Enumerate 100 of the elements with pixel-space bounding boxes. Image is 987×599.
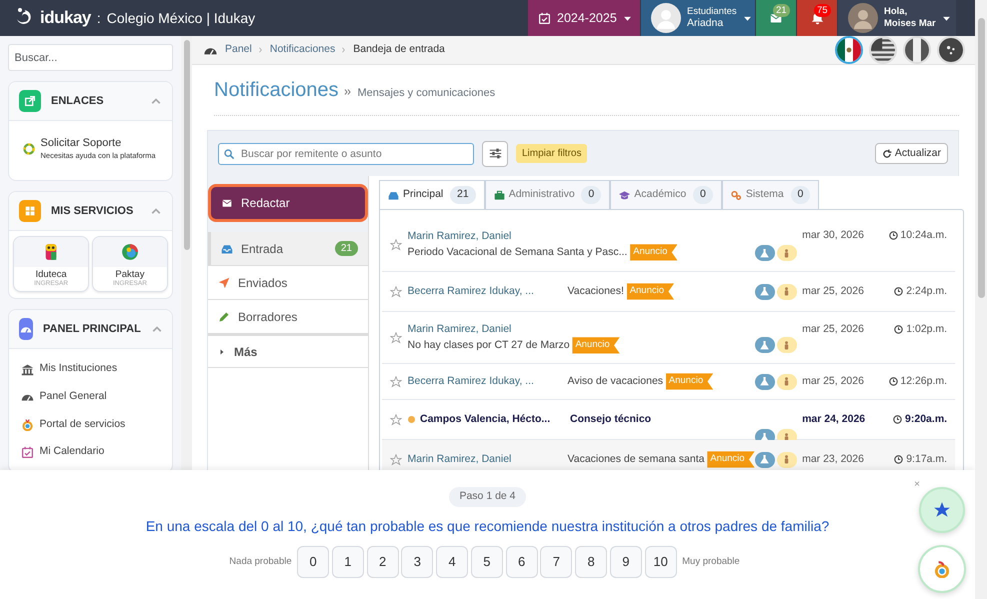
institution-icon bbox=[21, 362, 34, 376]
message-date: mar 25, 2026 bbox=[802, 284, 865, 299]
step-label: Paso 1 de 4 bbox=[449, 487, 526, 507]
pencil-icon bbox=[218, 310, 230, 322]
sidebar-search-field[interactable]: Buscar... bbox=[8, 44, 173, 71]
compose-button[interactable]: Redactar bbox=[208, 184, 368, 222]
refresh-button[interactable]: Actualizar bbox=[875, 142, 948, 164]
notification-count-badge: 75 bbox=[814, 4, 831, 17]
category-tab[interactable]: Administrativo 0 bbox=[484, 180, 610, 209]
announcement-tag: Anuncio bbox=[666, 373, 714, 390]
rating-option[interactable]: 6 bbox=[506, 546, 538, 578]
grid-icon bbox=[23, 204, 37, 218]
page-scrollbar[interactable] bbox=[975, 0, 987, 599]
rating-option[interactable]: 0 bbox=[297, 546, 330, 578]
sender-name: Campos Valencia, Hécto... bbox=[420, 412, 552, 427]
student-name: Ariadna bbox=[687, 17, 724, 30]
sender-name: Becerra Ramirez Idukay, ... bbox=[408, 284, 535, 299]
menu-item[interactable]: Mi Calendario bbox=[9, 438, 172, 466]
message-time: 12:26p.m. bbox=[877, 374, 948, 390]
folder-item[interactable]: Más bbox=[208, 334, 368, 368]
clock-icon bbox=[894, 325, 904, 334]
message-time: 1:02p.m. bbox=[877, 322, 948, 338]
announcement-tag: Anuncio bbox=[707, 451, 755, 468]
menu-item[interactable]: Mis Instituciones bbox=[9, 355, 172, 383]
flask-icon bbox=[760, 377, 770, 386]
star-button[interactable] bbox=[390, 454, 402, 466]
survey-question: En una escala del 0 al 10, ¿qué tan probable es que recomiende nuestra institución a otros padres de familia? bbox=[146, 516, 830, 536]
rating-option[interactable]: 4 bbox=[436, 546, 468, 578]
section-title: ENLACES bbox=[51, 94, 105, 109]
message-subject: Periodo Vacacional de Semana Santa y Pasc... bbox=[408, 244, 628, 260]
breadcrumb-link[interactable]: Notificaciones bbox=[270, 42, 336, 58]
refresh-icon bbox=[882, 148, 892, 158]
folder-item[interactable]: Entrada 21 bbox=[208, 232, 368, 266]
student-selector[interactable]: Estudiantes Ariadna bbox=[641, 0, 755, 36]
menu-item[interactable]: Panel General bbox=[9, 382, 172, 411]
lifebuoy-icon bbox=[23, 142, 35, 155]
category-tab[interactable]: Académico 0 bbox=[610, 180, 722, 209]
announcement-tag: Anuncio bbox=[572, 337, 620, 354]
language-flag[interactable] bbox=[835, 36, 863, 64]
filter-button[interactable] bbox=[482, 140, 508, 166]
star-button[interactable] bbox=[390, 286, 402, 298]
page-title: Notificaciones bbox=[214, 78, 339, 103]
services-logo-icon bbox=[933, 560, 951, 578]
star-button[interactable] bbox=[390, 238, 402, 250]
message-time: 9:20a.m. bbox=[877, 412, 948, 428]
message-date: mar 25, 2026 bbox=[802, 322, 865, 337]
rating-option[interactable]: 9 bbox=[610, 546, 642, 578]
menu-item[interactable]: Portal de servicios bbox=[9, 410, 172, 438]
user-avatar-icon bbox=[848, 3, 878, 33]
sender-name: Marin Ramirez, Daniel bbox=[408, 452, 512, 467]
breadcrumb-link[interactable]: Panel bbox=[225, 42, 252, 58]
rating-option[interactable]: 2 bbox=[366, 546, 399, 578]
rating-option[interactable]: 10 bbox=[644, 546, 677, 578]
message-time: 10:24a.m. bbox=[877, 228, 948, 244]
rating-option[interactable]: 8 bbox=[575, 546, 608, 578]
avatar-icon bbox=[651, 3, 681, 33]
star-button[interactable] bbox=[390, 332, 402, 344]
rating-option[interactable]: 3 bbox=[401, 546, 434, 578]
flask-icon bbox=[760, 455, 770, 464]
double-chevron-icon bbox=[344, 88, 352, 96]
section-title: PANEL PRINCIPAL bbox=[43, 322, 141, 337]
clock-icon bbox=[893, 415, 902, 424]
category-tab[interactable]: Principal 21 bbox=[379, 180, 485, 209]
sidebar-scrollbar[interactable] bbox=[181, 36, 192, 470]
year-selector[interactable]: 2024-2025 bbox=[528, 0, 640, 36]
message-row[interactable]: Marin Ramirez, Daniel Vacaciones de semana santa Anuncio mar 23, 2026 9:17a.m. bbox=[382, 440, 956, 470]
calendar-icon bbox=[21, 446, 34, 459]
paktay-logo-icon bbox=[120, 243, 139, 262]
user-menu[interactable]: Hola, Moises Mar bbox=[838, 0, 956, 36]
star-icon bbox=[390, 332, 402, 344]
graduation-cap-icon bbox=[619, 190, 630, 200]
clock-icon bbox=[888, 377, 898, 386]
star-icon bbox=[390, 454, 402, 466]
school-name: Colegio México | Idukay bbox=[106, 8, 256, 28]
sender-name: Marin Ramirez, Daniel bbox=[408, 228, 512, 244]
page-subtitle: Mensajes y comunicaciones bbox=[358, 86, 496, 101]
star-button[interactable] bbox=[390, 414, 402, 426]
unread-dot bbox=[408, 416, 414, 423]
rating-option[interactable]: 5 bbox=[470, 546, 503, 578]
category-tab[interactable]: Sistema 0 bbox=[722, 180, 820, 209]
inbox-icon bbox=[388, 190, 399, 200]
scale-low-label: Nada probable bbox=[229, 554, 292, 569]
star-button[interactable] bbox=[390, 376, 402, 388]
message-date: mar 24, 2026 bbox=[802, 412, 866, 427]
flask-icon bbox=[760, 248, 770, 258]
assistant-button[interactable] bbox=[918, 545, 966, 593]
sender-name: Marin Ramirez, Daniel bbox=[408, 322, 512, 336]
rating-option[interactable]: 1 bbox=[332, 546, 364, 578]
flask-icon bbox=[760, 287, 770, 296]
rating-option[interactable]: 7 bbox=[540, 546, 572, 578]
service-name: Paktay bbox=[115, 270, 144, 280]
message-time: 2:24p.m. bbox=[877, 284, 948, 300]
paper-plane-icon bbox=[218, 276, 230, 288]
message-search-field[interactable]: Buscar por remitente o asunto bbox=[218, 142, 474, 164]
message-date: mar 30, 2026 bbox=[802, 228, 865, 243]
clear-filters-button[interactable]: Limpiar filtros bbox=[516, 144, 588, 163]
clock-icon bbox=[888, 231, 898, 240]
favorites-button[interactable] bbox=[919, 487, 965, 533]
clock-icon bbox=[894, 455, 904, 464]
notifications-button[interactable]: 75 bbox=[797, 0, 837, 36]
